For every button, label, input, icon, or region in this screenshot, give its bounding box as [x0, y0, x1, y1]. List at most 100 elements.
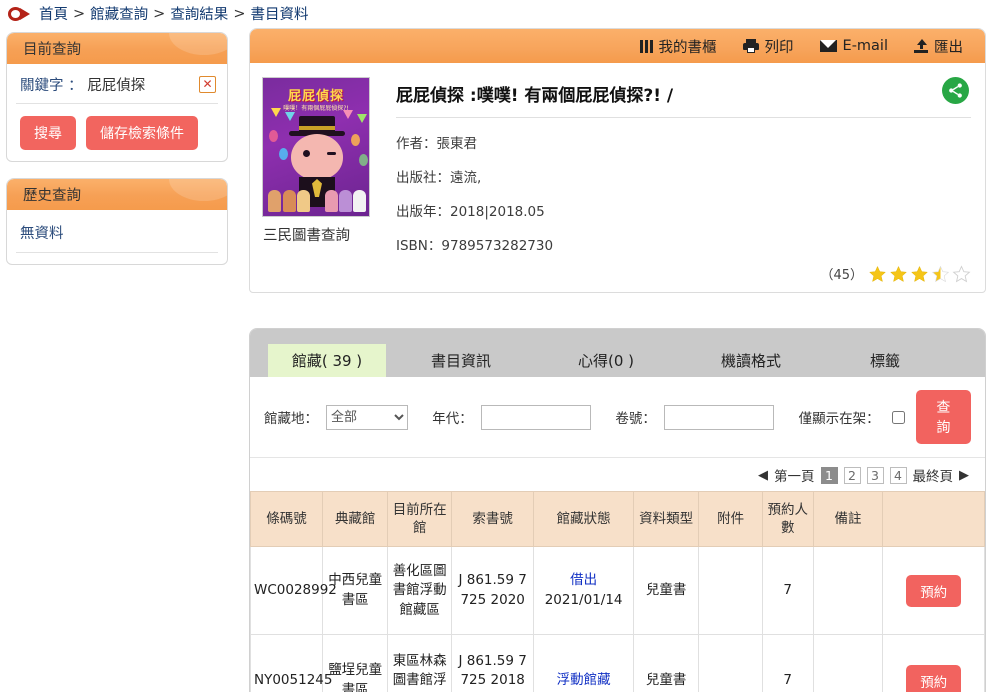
- rating-row: （45）: [250, 262, 985, 292]
- book-publisher: 出版社：遠流,: [396, 170, 482, 186]
- breadcrumb-item-bib-record[interactable]: 書目資料: [250, 3, 308, 24]
- cell-call-number: J 861.59 7 725 2018 c.1: [450, 634, 535, 692]
- current-query-body: 關鍵字 ： 屁屁偵探 ✕ 搜尋 儲存檢索條件: [7, 64, 227, 161]
- header-attachment: 附件: [698, 490, 763, 548]
- reserve-button[interactable]: 預約: [906, 664, 962, 692]
- current-query-title: 目前查詢: [7, 33, 227, 64]
- holdings-table-body: WC0028992 中西兒童書區 善化區圖書館浮動館藏區 J 861.59 7 …: [250, 546, 985, 692]
- breadcrumb: 首頁 > 館藏查詢 > 查詢結果 > 書目資料: [0, 0, 992, 27]
- book-cover-image[interactable]: 屁屁偵探 噗噗！有兩個屁屁偵探?!: [262, 77, 370, 217]
- cell-attachment: [698, 634, 763, 692]
- page-root: 首頁 > 館藏查詢 > 查詢結果 > 書目資料 目前查詢 關鍵字 ： 屁屁偵探 …: [0, 0, 992, 692]
- cell-reserve-count: 7: [761, 546, 814, 636]
- header-note: 備註: [812, 490, 884, 548]
- volume-filter-label: 卷號：: [615, 411, 656, 427]
- cell-action: 預約: [882, 546, 985, 636]
- table-row: WC0028992 中西兒童書區 善化區圖書館浮動館藏區 J 861.59 7 …: [250, 546, 985, 636]
- cell-reserve-count: 7: [761, 634, 814, 692]
- page-number-4[interactable]: 4: [889, 466, 907, 484]
- query-button[interactable]: 查詢: [915, 390, 972, 444]
- header-status: 館藏狀態: [533, 490, 634, 548]
- book-isbn: ISBN：9789573282730: [396, 238, 554, 254]
- book-publication-year: 出版年：2018|2018.05: [396, 204, 545, 220]
- cell-note: [812, 634, 884, 692]
- prev-page-arrow[interactable]: ◀: [758, 468, 768, 483]
- sidebar: 目前查詢 關鍵字 ： 屁屁偵探 ✕ 搜尋 儲存檢索條件 歷史查詢 無資料: [6, 32, 228, 281]
- cover-title-text: 屁屁偵探: [287, 89, 344, 104]
- book-author: 作者：張東君: [396, 136, 477, 152]
- print-button[interactable]: 列印: [742, 36, 794, 57]
- share-icon[interactable]: [942, 77, 969, 104]
- holdings-filter-bar: 館藏地： 全部 年代： 卷號： 僅顯示在架： 查詢: [250, 377, 985, 458]
- pagination: ◀ 第一頁 1 2 3 4 最終頁 ▶: [250, 458, 985, 491]
- keyword-label: 關鍵字 ： 屁屁偵探: [20, 78, 146, 94]
- star-icon-half[interactable]: [931, 265, 950, 283]
- cover-characters: [263, 182, 369, 212]
- header-call-number: 索書號: [450, 490, 535, 548]
- detail-toolbar: 我的書櫃 列印 E-mail 匯出: [250, 29, 985, 63]
- cover-caption[interactable]: 三民圖書查詢: [262, 224, 382, 245]
- tab-bib-info[interactable]: 書目資訊: [386, 344, 536, 377]
- envelope-icon: [819, 40, 837, 52]
- breadcrumb-item-results[interactable]: 查詢結果: [170, 3, 228, 24]
- email-button[interactable]: E-mail: [819, 38, 888, 54]
- my-bookshelf-button[interactable]: 我的書櫃: [639, 36, 717, 57]
- cell-collection-library: 鹽埕兒童書區: [321, 634, 389, 692]
- header-current-library: 目前所在館: [387, 490, 452, 548]
- breadcrumb-separator: >: [153, 5, 166, 22]
- header-collection-library: 典藏館: [321, 490, 389, 548]
- cell-material-type: 兒童書: [632, 634, 700, 692]
- print-label: 列印: [764, 39, 794, 56]
- reserve-button[interactable]: 預約: [906, 574, 962, 607]
- book-cover-column: 屁屁偵探 噗噗！有兩個屁屁偵探?! 三民圖書查詢: [262, 77, 382, 254]
- breadcrumb-item-catalog-search[interactable]: 館藏查詢: [90, 3, 148, 24]
- table-header-row: 條碼號 典藏館 目前所在館 索書號 館藏狀態 資料類型 附件 預約人數 備註: [250, 490, 985, 548]
- year-filter-input[interactable]: [480, 404, 591, 430]
- remove-keyword-icon[interactable]: ✕: [199, 76, 216, 93]
- last-page-link[interactable]: 最終頁: [913, 465, 954, 485]
- book-detail-body: 屁屁偵探 噗噗！有兩個屁屁偵探?! 三民圖書查詢 屁屁偵探:噗噗! 有兩個屁屁…: [250, 63, 985, 262]
- history-query-body: 無資料: [7, 210, 227, 264]
- status-text[interactable]: 借出: [537, 571, 629, 591]
- holdings-table-head: 條碼號 典藏館 目前所在館 索書號 館藏狀態 資料類型 附件 預約人數 備註: [250, 490, 985, 548]
- cell-call-number: J 861.59 7 725 2020: [450, 546, 535, 636]
- tab-tags[interactable]: 標籤: [826, 344, 944, 377]
- header-reserve-count: 預約人數: [761, 490, 814, 548]
- tab-marc-format[interactable]: 機讀格式: [676, 344, 826, 377]
- onshelf-filter-label: 僅顯示在架：: [798, 411, 880, 427]
- upload-icon: [914, 39, 928, 53]
- email-label: E-mail: [842, 38, 888, 54]
- header-barcode: 條碼號: [250, 490, 323, 548]
- onshelf-filter-checkbox[interactable]: [891, 410, 905, 424]
- cell-current-library: 東區林森圖書館浮動館藏區: [387, 634, 452, 692]
- table-row: NY0051245 鹽埕兒童書區 東區林森圖書館浮動館藏區 J 861.59 7…: [250, 634, 985, 692]
- star-icon[interactable]: [910, 265, 929, 283]
- bookshelf-icon: [639, 39, 653, 53]
- tab-holdings[interactable]: 館藏( 39 ): [268, 344, 386, 377]
- page-number-1[interactable]: 1: [820, 466, 838, 484]
- page-number-2[interactable]: 2: [843, 466, 861, 484]
- holdings-table: 條碼號 典藏館 目前所在館 索書號 館藏狀態 資料類型 附件 預約人數 備註 W…: [250, 490, 985, 692]
- tab-reviews[interactable]: 心得(0 ): [536, 344, 676, 377]
- volume-filter-input[interactable]: [663, 404, 774, 430]
- page-number-3[interactable]: 3: [866, 466, 884, 484]
- star-icon[interactable]: [868, 265, 887, 283]
- current-query-panel: 目前查詢 關鍵字 ： 屁屁偵探 ✕ 搜尋 儲存檢索條件: [6, 32, 228, 162]
- star-icon-empty[interactable]: [952, 264, 971, 283]
- star-icon[interactable]: [889, 265, 908, 283]
- first-page-link[interactable]: 第一頁: [774, 465, 815, 485]
- cover-subtitle-text: 噗噗！有兩個屁屁偵探?!: [283, 105, 349, 112]
- location-filter-label: 館藏地：: [264, 411, 318, 427]
- status-text[interactable]: 浮動館藏: [537, 671, 629, 691]
- search-button[interactable]: 搜尋: [20, 116, 76, 150]
- breadcrumb-item-home[interactable]: 首頁: [39, 3, 68, 24]
- book-title: 屁屁偵探 :噗噗! 有兩個屁屁偵探?! /: [396, 81, 971, 118]
- keyword-value: 屁屁偵探: [87, 78, 146, 94]
- cell-material-type: 兒童書: [632, 546, 700, 636]
- export-button[interactable]: 匯出: [914, 36, 963, 57]
- breadcrumb-separator: >: [233, 5, 246, 22]
- next-page-arrow[interactable]: ▶: [959, 468, 969, 483]
- save-search-button[interactable]: 儲存檢索條件: [86, 116, 198, 150]
- breadcrumb-separator: >: [73, 5, 86, 22]
- location-filter-select[interactable]: 全部: [326, 404, 408, 430]
